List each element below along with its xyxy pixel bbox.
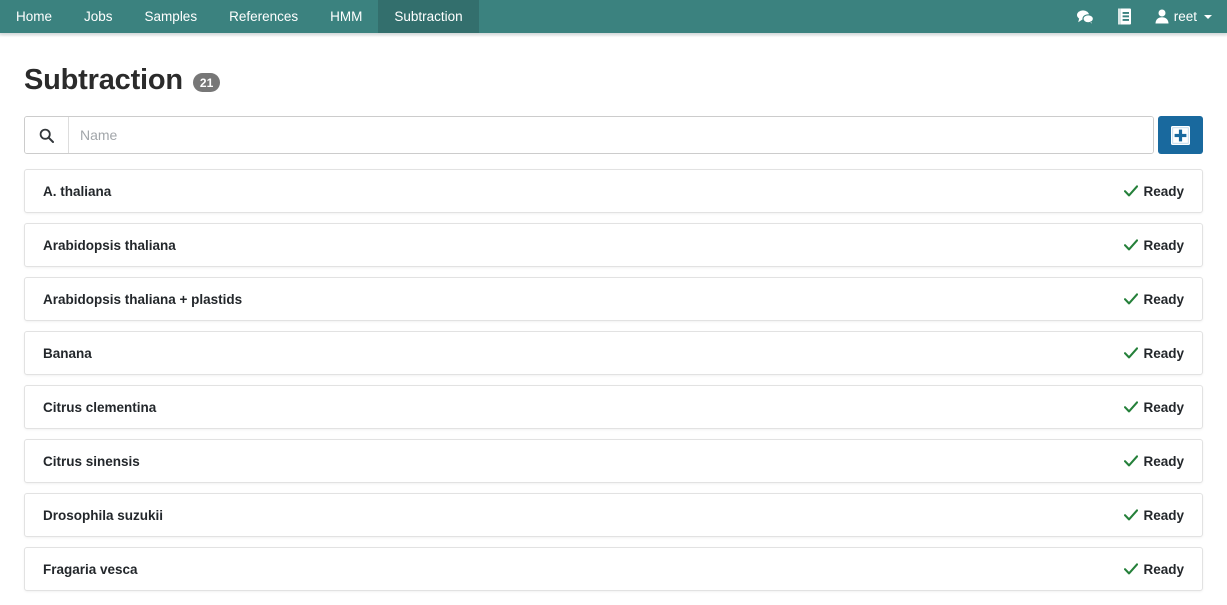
- status-label: Ready: [1143, 454, 1184, 469]
- list-toolbar: [24, 116, 1203, 154]
- list-item[interactable]: A. thaliana Ready: [24, 169, 1203, 213]
- comments-icon[interactable]: [1076, 0, 1094, 33]
- check-icon: [1124, 509, 1138, 521]
- list-item[interactable]: Citrus clementina Ready: [24, 385, 1203, 429]
- check-icon: [1124, 455, 1138, 467]
- status-label: Ready: [1143, 346, 1184, 361]
- status-label: Ready: [1143, 400, 1184, 415]
- list-item[interactable]: Arabidopsis thaliana + plastids Ready: [24, 277, 1203, 321]
- list-item-name: Fragaria vesca: [43, 562, 138, 577]
- user-name: reet: [1174, 9, 1197, 24]
- list-item-name: Citrus sinensis: [43, 454, 140, 469]
- nav-item-home[interactable]: Home: [0, 0, 68, 33]
- status-label: Ready: [1143, 292, 1184, 307]
- list-item[interactable]: Citrus sinensis Ready: [24, 439, 1203, 483]
- nav-item-label: References: [229, 10, 298, 24]
- status-badge: Ready: [1124, 562, 1184, 577]
- check-icon: [1124, 185, 1138, 197]
- nav-item-label: Jobs: [84, 10, 113, 24]
- check-icon: [1124, 563, 1138, 575]
- search-icon: [25, 117, 69, 153]
- search-input[interactable]: [69, 117, 1153, 153]
- status-label: Ready: [1143, 184, 1184, 199]
- nav-item-hmm[interactable]: HMM: [314, 0, 378, 33]
- list-item-name: Arabidopsis thaliana + plastids: [43, 292, 242, 307]
- nav-item-label: Samples: [145, 10, 198, 24]
- status-badge: Ready: [1124, 346, 1184, 361]
- list-item[interactable]: Arabidopsis thaliana Ready: [24, 223, 1203, 267]
- nav-item-subtraction[interactable]: Subtraction: [378, 0, 478, 33]
- list-item[interactable]: Drosophila suzukii Ready: [24, 493, 1203, 537]
- subtraction-list: A. thaliana Ready Arabidopsis thaliana Read…: [24, 169, 1203, 591]
- user-menu[interactable]: reet: [1155, 0, 1212, 33]
- nav-item-samples[interactable]: Samples: [129, 0, 214, 33]
- navbar-actions: reet: [1076, 0, 1227, 33]
- nav-item-label: HMM: [330, 10, 362, 24]
- search-group: [24, 116, 1154, 154]
- status-badge: Ready: [1124, 292, 1184, 307]
- item-count-badge: 21: [193, 73, 220, 92]
- nav-item-jobs[interactable]: Jobs: [68, 0, 129, 33]
- navbar-links: Home Jobs Samples References HMM Subtraction: [0, 0, 479, 33]
- chevron-down-icon: [1204, 15, 1212, 19]
- page-header: Subtraction 21: [24, 33, 1203, 95]
- plus-square-icon: [1170, 125, 1191, 146]
- list-item[interactable]: Fragaria vesca Ready: [24, 547, 1203, 591]
- add-subtraction-button[interactable]: [1158, 116, 1203, 154]
- page-title: Subtraction: [24, 66, 183, 95]
- check-icon: [1124, 347, 1138, 359]
- page-content: Subtraction 21 A. thalian: [0, 33, 1227, 591]
- status-badge: Ready: [1124, 508, 1184, 523]
- check-icon: [1124, 293, 1138, 305]
- book-icon[interactable]: [1117, 0, 1132, 33]
- list-item-name: Citrus clementina: [43, 400, 156, 415]
- list-item-name: Arabidopsis thaliana: [43, 238, 176, 253]
- status-label: Ready: [1143, 508, 1184, 523]
- status-badge: Ready: [1124, 454, 1184, 469]
- user-icon: [1155, 9, 1169, 24]
- list-item[interactable]: Banana Ready: [24, 331, 1203, 375]
- top-navbar: Home Jobs Samples References HMM Subtraction: [0, 0, 1227, 33]
- nav-item-label: Subtraction: [394, 10, 462, 24]
- list-item-name: A. thaliana: [43, 184, 111, 199]
- nav-item-label: Home: [16, 10, 52, 24]
- nav-item-references[interactable]: References: [213, 0, 314, 33]
- status-badge: Ready: [1124, 238, 1184, 253]
- status-badge: Ready: [1124, 184, 1184, 199]
- status-label: Ready: [1143, 562, 1184, 577]
- status-badge: Ready: [1124, 400, 1184, 415]
- list-item-name: Banana: [43, 346, 92, 361]
- list-item-name: Drosophila suzukii: [43, 508, 163, 523]
- status-label: Ready: [1143, 238, 1184, 253]
- check-icon: [1124, 239, 1138, 251]
- check-icon: [1124, 401, 1138, 413]
